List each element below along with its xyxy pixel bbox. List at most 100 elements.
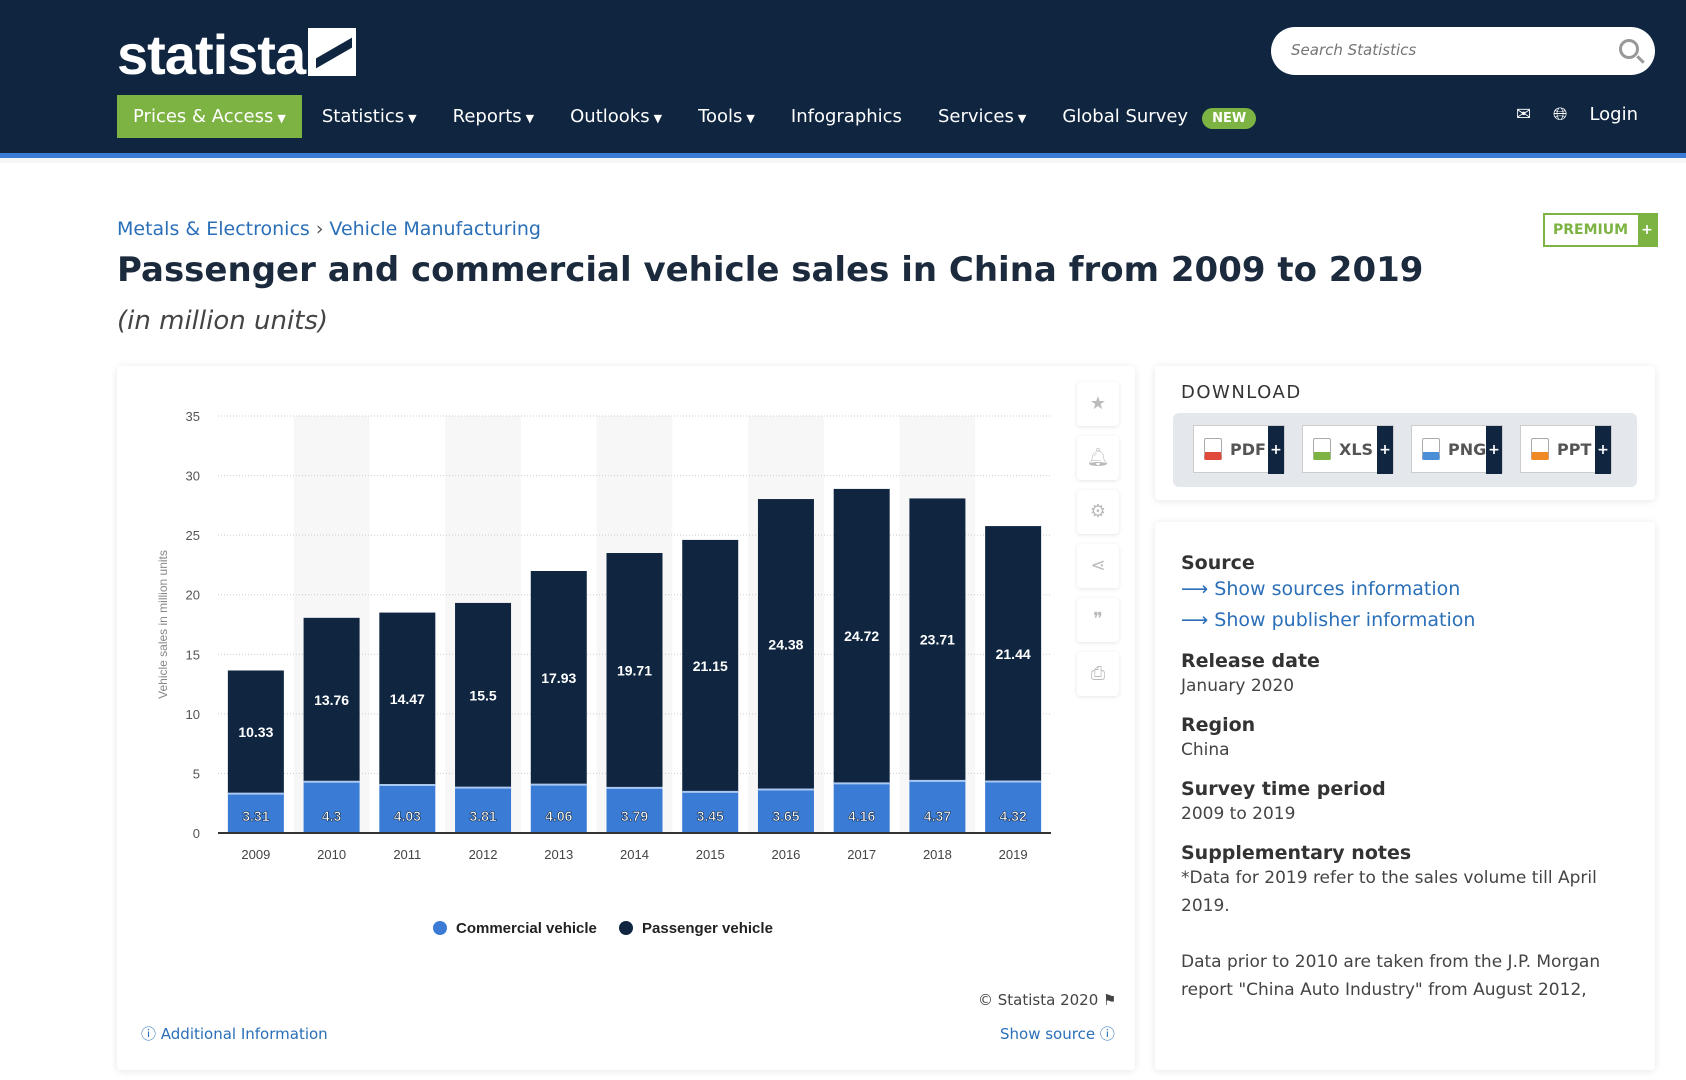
caret-down-icon: ▼ xyxy=(653,112,663,125)
show-publisher-link[interactable]: ⟶ Show publisher information xyxy=(1181,605,1629,636)
mail-icon[interactable]: ✉ xyxy=(1516,104,1531,125)
legend-marker xyxy=(433,921,447,935)
nav-label: Statistics xyxy=(321,106,405,127)
y-tick-label: 35 xyxy=(186,409,200,424)
plus-icon[interactable]: + xyxy=(1595,426,1611,474)
nav-label: Outlooks xyxy=(570,106,650,127)
x-tick-label: 2011 xyxy=(393,847,421,862)
nav-item[interactable]: Infographics xyxy=(791,106,902,127)
show-sources-link[interactable]: ⟶ Show sources information xyxy=(1181,574,1629,605)
download-ppt-button[interactable]: PPT + xyxy=(1520,425,1612,474)
flag-icon[interactable]: ⚑ xyxy=(1103,991,1116,1009)
plus-icon[interactable]: + xyxy=(1486,426,1502,474)
data-label: 24.72 xyxy=(844,628,879,644)
stacked-bar-chart: 0 5 10 15 20 25 30 35 Vehicle sales in million u… xyxy=(156,409,1051,937)
main-nav: Prices & Access ▼ Statistics ▼ Reports ▼ Outlo… xyxy=(117,94,1292,139)
download-png-button[interactable]: PNG + xyxy=(1411,425,1503,474)
x-tick-label: 2013 xyxy=(544,847,573,862)
nav-label: Reports xyxy=(452,106,522,127)
new-badge: NEW xyxy=(1202,108,1257,129)
breadcrumb-link[interactable]: Vehicle Manufacturing xyxy=(329,218,541,240)
premium-badge[interactable]: PREMIUM xyxy=(1543,213,1659,247)
release-date: January 2020 xyxy=(1181,676,1295,696)
gear-icon[interactable]: ⚙ xyxy=(1077,490,1119,534)
copyright-text: © Statista 2020 xyxy=(978,991,1099,1009)
nav-item[interactable]: Tools ▼ xyxy=(698,106,755,127)
data-label: 4.3 xyxy=(322,808,342,824)
print-icon[interactable]: ⎙ xyxy=(1077,652,1119,696)
data-label: 4.06 xyxy=(545,808,572,824)
plus-icon[interactable]: + xyxy=(1268,426,1284,474)
note-1: *Data for 2019 refer to the sales volume… xyxy=(1181,868,1597,916)
data-label: 3.31 xyxy=(242,808,269,824)
nav-item[interactable]: Statistics ▼ xyxy=(322,106,417,127)
nav-label: Global Survey xyxy=(1062,106,1189,127)
nav-item[interactable]: Reports ▼ xyxy=(453,106,535,127)
show-source-label: Show source xyxy=(1000,1025,1096,1043)
nav-item[interactable]: Global Survey NEW xyxy=(1062,106,1257,129)
data-label: 13.76 xyxy=(314,692,349,708)
quote-icon[interactable]: ❞ xyxy=(1077,598,1119,642)
data-label: 24.38 xyxy=(768,636,803,652)
notes-heading: Supplementary notes xyxy=(1181,842,1412,864)
period-heading: Survey time period xyxy=(1181,778,1386,800)
search-input[interactable] xyxy=(1291,41,1591,59)
chart-card: 0 5 10 15 20 25 30 35 Vehicle sales in million u… xyxy=(117,366,1135,1070)
format-label: XLS xyxy=(1339,439,1374,459)
nav-item[interactable]: Services ▼ xyxy=(938,106,1026,127)
copyright: © Statista 2020 ⚑ xyxy=(978,991,1116,1009)
show-source-link[interactable]: Show source ⓘ xyxy=(1000,1023,1115,1044)
search-icon[interactable] xyxy=(1619,39,1639,59)
download-card: DOWNLOAD PDF + XLS + PNG + PPT + xyxy=(1155,366,1655,500)
share-icon[interactable]: ⋖ xyxy=(1077,544,1119,588)
star-icon[interactable]: ★ xyxy=(1077,382,1119,426)
data-label: 14.47 xyxy=(390,691,425,707)
x-tick-label: 2016 xyxy=(771,847,800,862)
y-tick-label: 30 xyxy=(186,469,200,484)
data-label: 4.16 xyxy=(848,808,875,824)
y-axis-label: Vehicle sales in million units xyxy=(156,550,170,699)
data-label: 3.45 xyxy=(697,808,724,824)
y-tick-label: 10 xyxy=(186,707,200,722)
caret-down-icon: ▼ xyxy=(525,112,535,125)
additional-info-link[interactable]: ⓘ Additional Information xyxy=(141,1023,328,1044)
nav-label: Services xyxy=(937,106,1014,127)
x-tick-label: 2012 xyxy=(469,847,498,862)
legend-label: Commercial vehicle xyxy=(456,920,597,937)
y-tick-label: 5 xyxy=(193,766,200,781)
y-tick-label: 0 xyxy=(193,826,200,841)
logo-mark-icon[interactable] xyxy=(308,28,356,76)
download-xls-button[interactable]: XLS + xyxy=(1302,425,1394,474)
caret-down-icon: ▼ xyxy=(408,112,417,125)
download-pdf-button[interactable]: PDF + xyxy=(1193,425,1285,474)
data-label: 23.71 xyxy=(920,632,955,648)
data-label: 3.65 xyxy=(772,808,799,824)
bell-icon[interactable]: 🔔︎ xyxy=(1077,436,1119,480)
legend-marker xyxy=(619,921,633,935)
ppt-file-icon xyxy=(1531,438,1549,460)
globe-icon[interactable]: 🌐︎ xyxy=(1553,104,1567,125)
nav-item[interactable]: Prices & Access ▼ xyxy=(117,95,302,138)
link-label: Show publisher information xyxy=(1214,609,1476,631)
format-label: PPT xyxy=(1557,439,1592,459)
pdf-file-icon xyxy=(1204,438,1222,460)
region: China xyxy=(1181,740,1230,760)
login-link[interactable]: Login xyxy=(1589,104,1638,125)
x-tick-label: 2017 xyxy=(847,847,876,862)
search-box[interactable] xyxy=(1271,27,1655,75)
plus-icon[interactable]: + xyxy=(1377,426,1393,474)
x-tick-label: 2014 xyxy=(620,847,649,862)
y-tick-label: 15 xyxy=(186,647,200,662)
page-title: Passenger and commercial vehicle sales i… xyxy=(117,250,1424,290)
page-subtitle: (in million units) xyxy=(117,306,329,336)
x-tick-label: 2015 xyxy=(696,847,725,862)
y-tick-label: 20 xyxy=(186,588,200,603)
statista-logo[interactable]: statista xyxy=(117,22,306,87)
format-label: PNG xyxy=(1448,439,1487,459)
source-heading: Source xyxy=(1181,552,1255,574)
nav-item[interactable]: Outlooks ▼ xyxy=(570,106,662,127)
download-title: DOWNLOAD xyxy=(1181,382,1302,403)
png-file-icon xyxy=(1422,438,1440,460)
breadcrumb-link[interactable]: Metals & Electronics xyxy=(117,218,310,240)
chart-tools: ★ 🔔︎ ⚙ ⋖ ❞ ⎙ xyxy=(1077,382,1119,696)
